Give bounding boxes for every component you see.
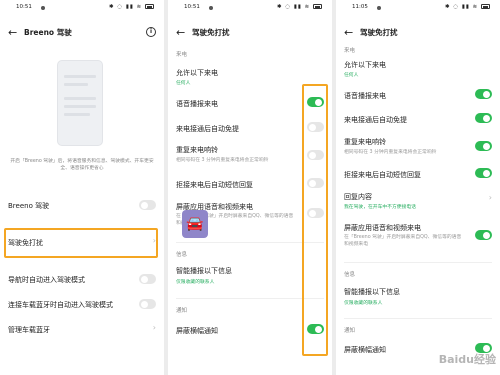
chevron-right-icon: › [488, 193, 492, 202]
status-icons: ✱ ◌ ▮▮ ≋ [445, 4, 490, 10]
highlight-box [4, 228, 158, 258]
repeat-ring-toggle[interactable] [475, 141, 492, 151]
info-icon[interactable]: i [146, 27, 156, 37]
battery-icon [145, 4, 154, 9]
section-notify: 通知 [176, 308, 188, 314]
block-app-calls-label: 屏蔽应用语音和视频来电 [344, 224, 421, 232]
divider-line [344, 262, 492, 263]
status-time: 10:51 [16, 4, 32, 10]
voice-broadcast-label: 语音播报来电 [344, 92, 386, 100]
screen-do-not-disturb-reply: 11:05 ✱ ◌ ▮▮ ≋ ← 驾驶免打扰 来电 允许以下来电 任何人 语音播… [336, 0, 500, 375]
smart-info-value: 仅限收藏的联系人 [344, 301, 383, 306]
app-header: ← 驾驶免打扰 [336, 27, 500, 41]
nav-auto-driving-label: 导航时自动进入驾驶模式 [8, 276, 85, 284]
illus-bar [64, 75, 96, 78]
battery-icon [313, 4, 322, 9]
block-app-calls-sub: 在「Breeno 驾驶」开启时屏蔽来自QQ、微信等的语音和视频来电 [344, 235, 462, 247]
allow-calls-label[interactable]: 允许以下来电 [344, 60, 386, 70]
bt-auto-driving-label: 连接车载蓝牙时自动进入驾驶模式 [8, 301, 113, 309]
reject-sms-toggle[interactable] [475, 168, 492, 178]
block-app-calls-toggle[interactable] [475, 230, 492, 240]
smart-info-label[interactable]: 智能播报以下信息 [344, 287, 400, 297]
voice-broadcast-label: 语音播报来电 [176, 100, 218, 108]
section-notify: 通知 [344, 328, 356, 334]
reply-content-value: 我在驾驶，在开车中不方便接电话 [344, 205, 416, 210]
illus-bar [64, 83, 88, 86]
smart-info-value: 仅限收藏的联系人 [176, 280, 215, 285]
app-header: ← Breeno 驾驶 i [0, 27, 164, 41]
camera-dot-icon [41, 6, 45, 10]
auto-speaker-label: 来电接通后自动免提 [176, 125, 239, 133]
back-arrow-icon[interactable]: ← [344, 27, 353, 39]
bt-auto-driving-toggle[interactable] [139, 299, 156, 309]
section-info: 信息 [176, 252, 188, 258]
allow-calls-value: 任何人 [344, 73, 359, 78]
screen-do-not-disturb: 10:51 ✱ ◌ ▮▮ ≋ ← 驾驶免打扰 来电 允许以下来电 任何人 语音播… [168, 0, 332, 375]
allow-calls-value: 任何人 [176, 81, 191, 86]
section-calls: 来电 [344, 48, 356, 54]
illus-bar [64, 97, 96, 100]
phone-illustration [57, 60, 103, 146]
repeat-ring-label: 重复来电响铃 [344, 138, 386, 146]
repeat-ring-label: 重复来电响铃 [176, 146, 218, 154]
auto-speaker-toggle[interactable] [475, 113, 492, 123]
allow-calls-label[interactable]: 允许以下来电 [176, 68, 218, 78]
section-info: 信息 [344, 272, 356, 278]
repeat-ring-sub: 相同号码在 3 分钟内重复来电将会正常响铃 [344, 150, 437, 155]
status-icons: ✱ ◌ ▮▮ ≋ [109, 4, 154, 10]
page-title: 驾驶免打扰 [192, 28, 230, 37]
reject-sms-label: 拒接来电后自动短信回复 [176, 181, 253, 189]
feature-description: 开启「Breeno 驾驶」后，将语音服务和信息、驾驶模式、开车更安全、语音操作更… [10, 159, 154, 171]
car-icon: 🚘 [186, 216, 204, 232]
highlight-box [302, 84, 328, 356]
app-header: ← 驾驶免打扰 [168, 27, 332, 41]
auto-speaker-label: 来电接通后自动免提 [344, 116, 407, 124]
repeat-ring-sub: 相同号码在 3 分钟内重复来电将会正常响铃 [176, 158, 269, 163]
battery-icon [481, 4, 490, 9]
page-title: 驾驶免打扰 [360, 28, 398, 37]
status-time: 10:51 [184, 4, 200, 10]
reject-sms-label: 拒接来电后自动短信回复 [344, 171, 421, 179]
status-bar: 10:51 ✱ ◌ ▮▮ ≋ [168, 3, 332, 13]
status-time: 11:05 [352, 4, 368, 10]
smart-info-label[interactable]: 智能播报以下信息 [176, 266, 232, 276]
watermark-logo: Baidu经验 [438, 353, 496, 366]
camera-dot-icon [209, 6, 213, 10]
screen-breeno-driving: 10:51 ✱ ◌ ▮▮ ≋ ← Breeno 驾驶 i 开启「Breeno 驾… [0, 0, 164, 375]
status-bar: 10:51 ✱ ◌ ▮▮ ≋ [0, 3, 164, 13]
nav-auto-driving-toggle[interactable] [139, 274, 156, 284]
camera-dot-icon [377, 6, 381, 10]
chevron-right-icon: › [152, 323, 156, 332]
back-arrow-icon[interactable]: ← [176, 27, 185, 39]
floating-car-button[interactable]: 🚘 [182, 210, 208, 238]
back-arrow-icon[interactable]: ← [8, 27, 17, 39]
page-title: Breeno 驾驶 [24, 28, 72, 37]
status-bar: 11:05 ✱ ◌ ▮▮ ≋ [336, 3, 500, 13]
block-banner-label: 屏蔽横幅通知 [344, 346, 386, 354]
status-icons: ✱ ◌ ▮▮ ≋ [277, 4, 322, 10]
breeno-driving-toggle[interactable] [139, 200, 156, 210]
voice-broadcast-toggle[interactable] [475, 89, 492, 99]
illus-bar [64, 105, 96, 108]
reply-content-label[interactable]: 回复内容 [344, 192, 372, 202]
illus-bar [64, 113, 90, 116]
section-calls: 来电 [176, 52, 188, 58]
breeno-driving-label: Breeno 驾驶 [8, 202, 50, 210]
block-banner-label: 屏蔽横幅通知 [176, 327, 218, 335]
manage-car-bt-label[interactable]: 管理车载蓝牙 [8, 325, 50, 335]
divider-line [344, 318, 492, 319]
